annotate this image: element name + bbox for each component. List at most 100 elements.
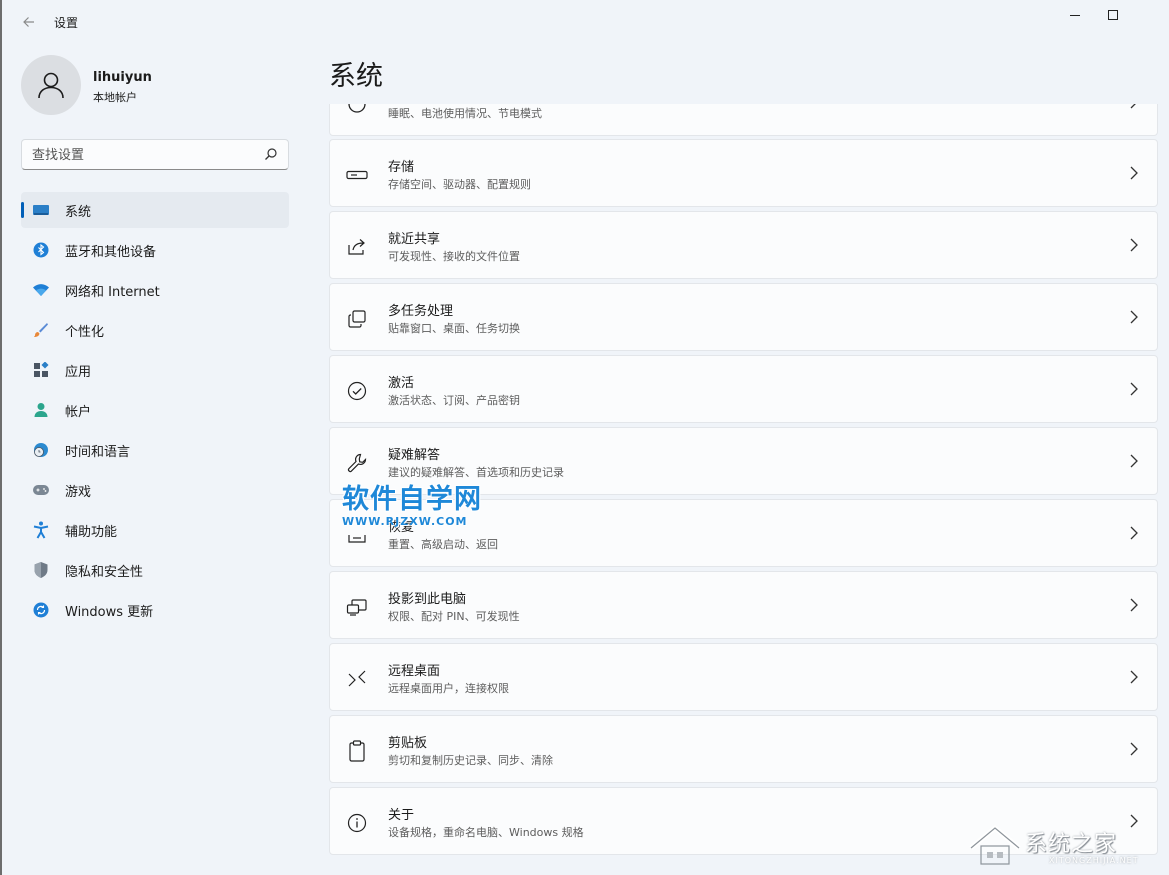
chevron-right-icon: [1130, 526, 1138, 540]
account-type: 本地帐户: [93, 91, 137, 104]
shield-icon: [32, 561, 50, 579]
back-button[interactable]: [16, 10, 42, 34]
sidebar-item-system[interactable]: 系统: [21, 192, 289, 228]
sidebar-item-label: 游戏: [65, 484, 92, 500]
maximize-button[interactable]: [1090, 0, 1136, 30]
sidebar-item-label: 时间和语言: [65, 444, 131, 460]
house-logo-icon: [969, 824, 1021, 865]
chevron-right-icon: [1130, 382, 1138, 396]
watermark-url: XITONGZHIJIA.NET: [1049, 856, 1139, 865]
row-subtitle: 激活状态、订阅、产品密钥: [388, 394, 520, 407]
sidebar-item-personalization[interactable]: 个性化: [21, 312, 289, 348]
chevron-right-icon: [1130, 454, 1138, 468]
wifi-icon: [32, 281, 50, 299]
clipboard-icon: [346, 740, 368, 762]
multitask-icon: [346, 308, 368, 330]
minimize-icon: [1070, 14, 1080, 16]
user-icon: [38, 72, 64, 99]
sidebar-item-label: 辅助功能: [65, 524, 118, 540]
search-input[interactable]: [32, 146, 252, 164]
sidebar-item-gaming[interactable]: 游戏: [21, 472, 289, 508]
chevron-right-icon: [1130, 166, 1138, 180]
page-title: 系统: [329, 61, 383, 92]
search-icon[interactable]: [264, 147, 278, 161]
sidebar-item-bluetooth[interactable]: 蓝牙和其他设备: [21, 232, 289, 268]
sidebar-item-apps[interactable]: 应用: [21, 352, 289, 388]
remote-desktop-icon: [346, 668, 368, 690]
row-title: 激活: [388, 376, 415, 391]
sidebar-item-label: 蓝牙和其他设备: [65, 244, 157, 260]
sidebar-item-windows-update[interactable]: Windows 更新: [21, 592, 289, 628]
back-arrow-icon: [23, 17, 34, 27]
row-title: 远程桌面: [388, 664, 441, 679]
info-icon: [346, 812, 368, 834]
row-subtitle: 睡眠、电池使用情况、节电模式: [388, 107, 542, 120]
sidebar-item-network[interactable]: 网络和 Internet: [21, 272, 289, 308]
chevron-right-icon: [1130, 670, 1138, 684]
user-name: lihuiyun: [93, 70, 152, 85]
row-subtitle: 贴靠窗口、桌面、任务切换: [388, 322, 520, 335]
project-icon: [346, 596, 368, 618]
row-title: 投影到此电脑: [388, 592, 467, 607]
sidebar-item-label: Windows 更新: [65, 604, 154, 620]
update-icon: [32, 601, 50, 619]
row-title: 多任务处理: [388, 304, 454, 319]
globe-clock-icon: [32, 441, 50, 459]
storage-icon: [346, 164, 368, 186]
row-title: 关于: [388, 808, 415, 823]
settings-row-storage[interactable]: 存储 存储空间、驱动器、配置规则: [329, 139, 1158, 207]
settings-row-clipboard[interactable]: 剪贴板 剪切和复制历史记录、同步、清除: [329, 715, 1158, 783]
settings-row-power[interactable]: 睡眠、电池使用情况、节电模式: [329, 104, 1158, 136]
chevron-right-icon: [1130, 238, 1138, 252]
sidebar-item-privacy[interactable]: 隐私和安全性: [21, 552, 289, 588]
chevron-right-icon: [1130, 598, 1138, 612]
row-title: 存储: [388, 160, 415, 175]
sidebar-nav: 系统 蓝牙和其他设备 网络和 Internet 个性化 应用 帐户 时间和语言: [21, 192, 289, 632]
row-title: 疑难解答: [388, 448, 441, 463]
settings-row-multitasking[interactable]: 多任务处理 贴靠窗口、桌面、任务切换: [329, 283, 1158, 351]
sidebar-item-time-language[interactable]: 时间和语言: [21, 432, 289, 468]
settings-window: 设置 lihuiyun 本地帐户 系统 蓝牙和其他设备 网络和 Internet…: [0, 0, 1169, 875]
row-subtitle: 设备规格，重命名电脑、Windows 规格: [388, 826, 584, 839]
watermark-title: 软件自学网: [342, 484, 482, 515]
sidebar-item-label: 隐私和安全性: [65, 564, 144, 580]
title-bar: 设置: [2, 0, 1169, 44]
settings-row-remote-desktop[interactable]: 远程桌面 远程桌面用户，连接权限: [329, 643, 1158, 711]
watermark-xitongzhijia: 系统之家 XITONGZHIJIA.NET: [967, 820, 1167, 870]
sidebar-item-label: 帐户: [65, 404, 92, 420]
row-subtitle: 存储空间、驱动器、配置规则: [388, 178, 531, 191]
brush-icon: [32, 321, 50, 339]
check-circle-icon: [346, 380, 368, 402]
sidebar-item-accounts[interactable]: 帐户: [21, 392, 289, 428]
row-subtitle: 可发现性、接收的文件位置: [388, 250, 520, 263]
system-icon: [32, 201, 50, 219]
row-subtitle: 重置、高级启动、返回: [388, 538, 498, 551]
settings-row-activation[interactable]: 激活 激活状态、订阅、产品密钥: [329, 355, 1158, 423]
window-title: 设置: [54, 16, 79, 30]
settings-row-nearby-sharing[interactable]: 就近共享 可发现性、接收的文件位置: [329, 211, 1158, 279]
row-title: 就近共享: [388, 232, 441, 247]
gamepad-icon: [32, 481, 50, 499]
sidebar-item-accessibility[interactable]: 辅助功能: [21, 512, 289, 548]
watermark-rjzxw: 软件自学网 WWW.RJZXW.COM: [342, 484, 502, 529]
search-box[interactable]: [21, 139, 289, 170]
bluetooth-icon: [32, 241, 50, 259]
wrench-icon: [346, 452, 368, 474]
row-subtitle: 远程桌面用户，连接权限: [388, 682, 509, 695]
share-icon: [346, 236, 368, 258]
active-indicator: [21, 202, 24, 218]
sidebar-item-label: 系统: [65, 204, 92, 220]
power-icon: [346, 104, 368, 115]
settings-row-project-to-pc[interactable]: 投影到此电脑 权限、配对 PIN、可发现性: [329, 571, 1158, 639]
watermark-title: 系统之家: [1025, 832, 1118, 857]
sidebar-item-label: 个性化: [65, 324, 105, 340]
chevron-right-icon: [1130, 310, 1138, 324]
row-subtitle: 剪切和复制历史记录、同步、清除: [388, 754, 553, 767]
sidebar-item-label: 应用: [65, 364, 92, 380]
row-title: 剪贴板: [388, 736, 428, 751]
avatar[interactable]: [21, 55, 81, 115]
chevron-right-icon: [1130, 104, 1136, 109]
maximize-icon: [1108, 10, 1118, 20]
chevron-right-icon: [1130, 742, 1138, 756]
person-icon: [32, 401, 50, 419]
